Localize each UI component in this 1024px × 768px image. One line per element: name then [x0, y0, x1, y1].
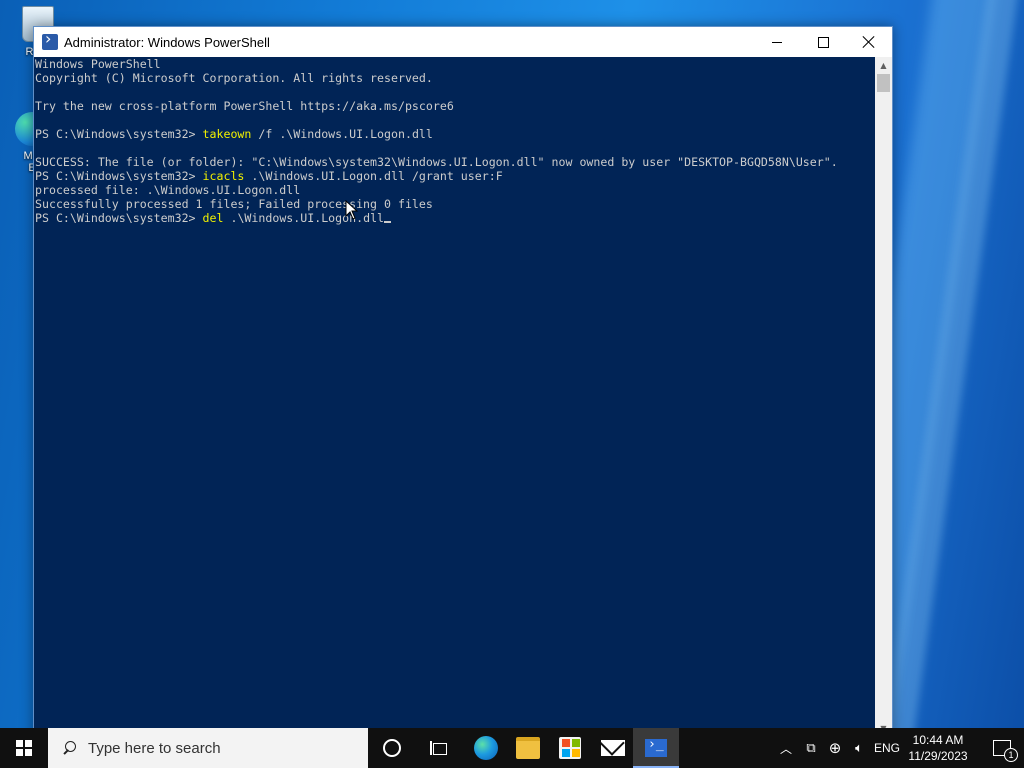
- console-args: .\Windows.UI.Logon.dll /grant user:F: [244, 169, 503, 183]
- taskbar-edge[interactable]: [463, 728, 509, 768]
- taskbar-store[interactable]: [547, 728, 593, 768]
- scroll-thumb[interactable]: [877, 74, 890, 92]
- edge-icon: [474, 736, 498, 760]
- console-command: icacls: [202, 169, 245, 183]
- close-button[interactable]: [846, 27, 892, 57]
- task-view-icon: [430, 741, 448, 755]
- folder-icon: [516, 737, 540, 759]
- mouse-pointer-icon: [345, 200, 359, 220]
- meet-now-button[interactable]: ⧉: [800, 728, 822, 768]
- scroll-up-button[interactable]: ▲: [875, 57, 892, 74]
- store-icon: [559, 737, 581, 759]
- minimize-button[interactable]: [754, 27, 800, 57]
- powershell-window[interactable]: Administrator: Windows PowerShell Window…: [33, 26, 893, 738]
- powershell-taskbar-icon: [645, 737, 667, 757]
- console-output[interactable]: Windows PowerShell Copyright (C) Microsof…: [34, 57, 875, 737]
- volume-button[interactable]: 🔈︎: [848, 728, 870, 768]
- console-line: Successfully processed 1 files; Failed p…: [35, 197, 433, 211]
- cortana-icon: [383, 739, 401, 757]
- console-line: SUCCESS: The file (or folder): "C:\Windo…: [35, 155, 838, 169]
- notification-count: 1: [1004, 748, 1018, 762]
- globe-icon: ⊕: [828, 739, 842, 757]
- console-line: Try the new cross-platform PowerShell ht…: [35, 99, 454, 113]
- task-view-button[interactable]: [416, 728, 462, 768]
- console-line: Windows PowerShell: [35, 57, 161, 71]
- console-line: PS C:\Windows\system32> takeown /f .\Win…: [35, 127, 875, 141]
- powershell-icon[interactable]: [42, 29, 58, 50]
- meet-now-icon: ⧉: [806, 740, 816, 756]
- console-command: del: [202, 211, 224, 225]
- clock[interactable]: 10:44 AM 11/29/2023: [906, 732, 970, 764]
- maximize-icon: [817, 36, 829, 48]
- console-command: takeown: [202, 127, 252, 141]
- minimize-icon: [772, 41, 782, 43]
- search-icon: [62, 741, 76, 755]
- taskbar: Type here to search ︿ ⧉ ⊕ 🔈︎ ENG 10:44 A…: [0, 728, 1024, 768]
- language-indicator[interactable]: ENG: [872, 728, 902, 768]
- clock-time: 10:44 AM: [912, 733, 964, 747]
- clock-date: 11/29/2023: [908, 749, 968, 763]
- console-line: PS C:\Windows\system32> icacls .\Windows…: [35, 169, 875, 183]
- chevron-up-icon: ︿: [779, 741, 792, 756]
- taskbar-mail[interactable]: [590, 728, 636, 768]
- console-line: processed file: .\Windows.UI.Logon.dll: [35, 183, 301, 197]
- console-args: /f .\Windows.UI.Logon.dll: [251, 127, 433, 141]
- taskbar-file-explorer[interactable]: [505, 728, 551, 768]
- search-placeholder: Type here to search: [88, 739, 221, 757]
- console-line: PS C:\Windows\system32> del .\Windows.UI…: [35, 211, 875, 225]
- show-hidden-icons-button[interactable]: ︿: [776, 728, 796, 768]
- console-prompt: PS C:\Windows\system32>: [35, 169, 203, 183]
- vertical-scrollbar[interactable]: ▲ ▼: [875, 57, 892, 737]
- close-icon: [863, 36, 875, 48]
- action-center-button[interactable]: 1: [980, 728, 1024, 768]
- network-button[interactable]: ⊕: [824, 728, 846, 768]
- mail-icon: [601, 740, 625, 756]
- console-line: Copyright (C) Microsoft Corporation. All…: [35, 71, 433, 85]
- maximize-button[interactable]: [800, 27, 846, 57]
- start-button[interactable]: [0, 728, 48, 768]
- windows-logo-icon: [16, 740, 32, 756]
- taskbar-search-box[interactable]: Type here to search: [48, 728, 368, 768]
- cortana-button[interactable]: [369, 728, 415, 768]
- text-cursor: [384, 221, 392, 223]
- title-bar[interactable]: Administrator: Windows PowerShell: [34, 27, 892, 57]
- language-label: ENG: [873, 741, 900, 755]
- console-prompt: PS C:\Windows\system32>: [35, 211, 203, 225]
- window-title: Administrator: Windows PowerShell: [64, 34, 270, 50]
- console-prompt: PS C:\Windows\system32>: [35, 127, 203, 141]
- speaker-muted-icon: 🔈︎: [855, 740, 863, 756]
- console-args: .\Windows.UI.Logon.dll: [223, 211, 385, 225]
- taskbar-powershell[interactable]: [633, 728, 679, 768]
